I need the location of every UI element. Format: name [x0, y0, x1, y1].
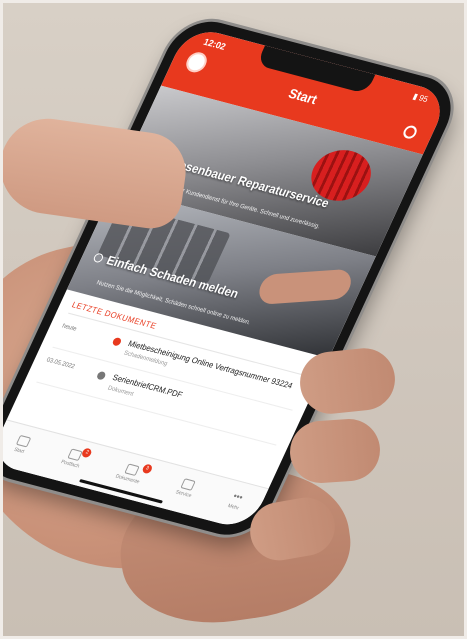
tab-service[interactable]: Service	[175, 477, 198, 499]
tab-postfach[interactable]: 2 Postfach	[60, 447, 94, 469]
tab-mehr[interactable]: ••• Mehr	[226, 490, 246, 512]
tab-label: Start	[13, 446, 26, 455]
tab-dokumente[interactable]: 3 Dokumente	[114, 461, 154, 485]
tab-start[interactable]: Start	[12, 434, 32, 455]
tab-label: Service	[174, 488, 193, 499]
tab-label: Mehr	[226, 502, 241, 512]
documents-icon	[124, 462, 140, 476]
home-icon	[15, 434, 32, 447]
photo-scene: 12:02 ▮ 95 Start Ihr Rosenbauer Reparatu…	[0, 0, 467, 639]
info-icon	[92, 252, 105, 264]
document-date: 03.05.2022	[45, 357, 76, 371]
status-dot-icon	[95, 371, 107, 381]
document-date: heute	[60, 323, 78, 333]
inbox-icon	[67, 447, 83, 461]
status-time: 12:02	[201, 36, 228, 52]
tab-label: Dokumente	[114, 472, 141, 485]
status-battery: ▮ 95	[411, 91, 430, 105]
service-icon	[180, 477, 196, 491]
more-icon: •••	[231, 490, 245, 503]
banner-image-finger	[257, 268, 353, 305]
notification-badge: 3	[141, 462, 154, 474]
notification-badge: 2	[80, 447, 94, 458]
